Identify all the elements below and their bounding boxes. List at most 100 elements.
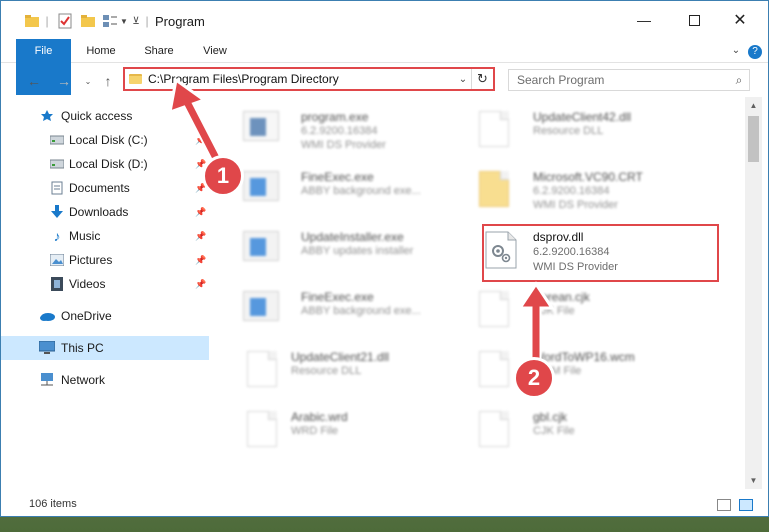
download-icon — [49, 204, 65, 220]
pin-icon[interactable]: 📌 — [195, 135, 206, 146]
annotation-badge-1: 1 — [202, 155, 244, 197]
sidebar-item-network[interactable]: Network — [1, 368, 209, 392]
navigation-pane: Quick access Local Disk (C:) 📌 Local Dis… — [1, 97, 211, 489]
help-icon[interactable]: ? — [747, 39, 763, 63]
search-box[interactable]: Search Program ⌕ — [508, 69, 750, 91]
minimize-icon: — — [637, 12, 651, 28]
arrow-left-icon: ← — [27, 73, 41, 89]
sidebar-item-pictures[interactable]: Pictures 📌 — [1, 248, 209, 272]
minimize-button[interactable]: — — [621, 1, 667, 39]
address-bar[interactable]: C:\Program Files\Program Directory ⌄ ↻ — [123, 67, 495, 91]
refresh-icon: ↻ — [477, 71, 488, 86]
pin-icon[interactable]: 📌 — [195, 255, 206, 266]
vertical-scrollbar[interactable]: ▲ ▼ — [745, 97, 762, 489]
sidebar-item-label: OneDrive — [61, 309, 112, 323]
file-name: program.exe — [301, 110, 369, 124]
tab-share[interactable]: Share — [137, 39, 181, 63]
file-detail: ABBY background exe... — [301, 185, 421, 197]
tab-view[interactable]: View — [195, 39, 235, 63]
annotation-badge-2: 2 — [513, 357, 555, 399]
sidebar-item-downloads[interactable]: Downloads 📌 — [1, 200, 209, 224]
file-item[interactable]: Arabic.wrd WRD File — [221, 401, 451, 457]
file-name: FineExec.exe — [301, 170, 374, 184]
pin-icon[interactable]: 📌 — [195, 207, 206, 218]
sidebar-item-label: This PC — [61, 341, 104, 355]
view-options-icon[interactable] — [101, 12, 119, 30]
file-item[interactable]: WordToWP16.wcm WCM File — [453, 341, 683, 397]
file-item[interactable]: UpdateClient21.dll Resource DLL — [221, 341, 451, 397]
pin-icon[interactable]: 📌 — [195, 231, 206, 242]
documents-icon — [49, 180, 65, 196]
file-detail: ABBY background exe... — [301, 305, 421, 317]
file-detail: WRD File — [291, 425, 339, 437]
file-icon — [475, 351, 513, 389]
chevron-down-icon[interactable]: ▼ — [119, 12, 129, 30]
item-count: 106 items — [29, 498, 77, 510]
address-path[interactable]: C:\Program Files\Program Directory — [148, 72, 455, 86]
maximize-button[interactable] — [671, 1, 717, 39]
sidebar-item-label: Pictures — [69, 253, 113, 267]
tab-home[interactable]: Home — [79, 39, 123, 63]
sidebar-item-label: Network — [61, 373, 106, 387]
up-button[interactable]: ↑ — [99, 72, 117, 90]
file-detail: WMI DS Provider — [301, 139, 386, 151]
dll-file-icon — [475, 111, 513, 149]
pin-icon[interactable]: 📌 — [195, 279, 206, 290]
properties-icon[interactable] — [57, 12, 73, 30]
music-icon: ♪ — [53, 228, 61, 244]
star-icon — [39, 108, 55, 124]
file-item[interactable]: FineExec.exe ABBY background exe... — [221, 161, 451, 217]
file-list: program.exe 6.2.9200.16384 WMI DS Provid… — [213, 97, 745, 489]
file-item[interactable]: UpdateClient42.dll Resource DLL — [453, 101, 683, 157]
folder-icon[interactable] — [25, 12, 39, 30]
new-folder-icon[interactable] — [81, 12, 95, 30]
sidebar-item-label: Documents — [69, 181, 130, 195]
exe-file-icon — [243, 171, 281, 209]
file-name: Korean.cjk — [533, 290, 590, 304]
sidebar-item-videos[interactable]: Videos 📌 — [1, 272, 209, 296]
sidebar-item-documents[interactable]: Documents 📌 — [1, 176, 209, 200]
chevron-down-icon[interactable]: ⌄ — [455, 74, 471, 85]
sidebar-item-local-disk-d[interactable]: Local Disk (D:) 📌 — [1, 152, 209, 176]
file-name: Microsoft.VC90.CRT — [533, 170, 643, 184]
back-button[interactable]: ← — [25, 72, 43, 90]
file-item[interactable]: UpdateInstaller.exe ABBY updates install… — [221, 221, 451, 277]
sidebar-item-onedrive[interactable]: OneDrive — [1, 304, 209, 328]
file-item[interactable]: gbl.cjk CJK File — [453, 401, 683, 457]
forward-button[interactable]: → — [55, 72, 73, 90]
customize-toolbar-icon[interactable]: ⊻ — [131, 12, 141, 30]
file-icon — [475, 291, 513, 329]
file-item[interactable]: FineExec.exe ABBY background exe... — [221, 281, 451, 337]
sidebar-item-music[interactable]: ♪ Music 📌 — [1, 224, 209, 248]
file-detail: ABBY updates installer — [301, 245, 414, 257]
file-name: Arabic.wrd — [291, 410, 348, 424]
refresh-button[interactable]: ↻ — [471, 69, 493, 89]
file-item[interactable]: Korean.cjk CJK File — [453, 281, 683, 337]
exe-file-icon — [243, 111, 281, 149]
arrow-up-icon: ↑ — [104, 73, 112, 89]
file-detail: 6.2.9200.16384 — [533, 185, 610, 197]
details-view-icon[interactable] — [717, 499, 731, 511]
sidebar-item-this-pc[interactable]: This PC — [1, 336, 209, 360]
large-icons-view-icon[interactable] — [739, 499, 753, 511]
separator: | — [145, 14, 149, 28]
separator: | — [45, 14, 49, 28]
sidebar-item-local-disk-c[interactable]: Local Disk (C:) 📌 — [1, 128, 209, 152]
close-button[interactable]: ✕ — [717, 1, 763, 39]
scroll-down-icon[interactable]: ▼ — [745, 472, 762, 489]
close-icon: ✕ — [733, 12, 747, 29]
title-bar: | ▼ ⊻ | Program — ✕ — [1, 1, 768, 39]
file-icon — [475, 411, 513, 449]
scroll-up-icon[interactable]: ▲ — [745, 97, 762, 114]
file-item[interactable]: Microsoft.VC90.CRT 6.2.9200.16384 WMI DS… — [453, 161, 683, 217]
sidebar-item-quick-access[interactable]: Quick access — [1, 104, 209, 128]
recent-locations-button[interactable]: ⌄ — [79, 72, 97, 90]
file-item[interactable]: program.exe 6.2.9200.16384 WMI DS Provid… — [221, 101, 451, 157]
file-detail: Resource DLL — [533, 125, 604, 137]
expand-ribbon-icon[interactable]: ⌄ — [729, 39, 743, 63]
navigation-bar: ← → ⌄ ↑ C:\Program Files\Program Directo… — [1, 63, 768, 97]
pictures-icon — [49, 252, 65, 268]
search-input[interactable]: Search Program — [517, 73, 729, 87]
file-detail: WMI DS Provider — [533, 199, 618, 211]
scroll-thumb[interactable] — [748, 116, 759, 162]
